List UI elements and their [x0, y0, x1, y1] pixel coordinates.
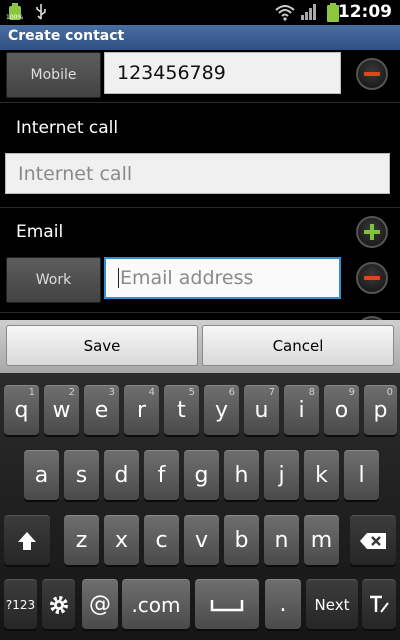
- key-hint: 9: [348, 387, 355, 398]
- key-label: t: [177, 398, 186, 423]
- key-u[interactable]: 7u: [244, 385, 279, 435]
- key-c[interactable]: c: [144, 515, 179, 565]
- space-icon: [210, 599, 244, 611]
- key-w[interactable]: 2w: [44, 385, 79, 435]
- status-clock: 12:09: [337, 2, 392, 22]
- key-label: u: [254, 398, 269, 423]
- text-input-mode-key[interactable]: [362, 579, 396, 629]
- backspace-key[interactable]: [350, 515, 396, 565]
- mobile-number-field[interactable]: 123456789: [104, 52, 341, 94]
- key-label: q: [14, 398, 29, 423]
- key-k[interactable]: k: [304, 450, 339, 500]
- key-x[interactable]: x: [104, 515, 139, 565]
- email-type-button[interactable]: Work: [6, 257, 101, 303]
- key-m[interactable]: m: [304, 515, 339, 565]
- next-key[interactable]: Next: [306, 579, 358, 629]
- usb-icon: [34, 3, 48, 25]
- key-j[interactable]: j: [264, 450, 299, 500]
- key-hint: 4: [148, 387, 155, 398]
- key-q[interactable]: 1q: [4, 385, 39, 435]
- shift-arrow-icon: [18, 531, 36, 550]
- key-b[interactable]: b: [224, 515, 259, 565]
- contact-form: Mobile 123456789 Internet call Internet …: [0, 50, 400, 320]
- action-bar: Save Cancel: [0, 320, 400, 373]
- key-g[interactable]: g: [184, 450, 219, 500]
- remove-mobile-button[interactable]: [356, 58, 388, 90]
- key-hint: 3: [108, 387, 115, 398]
- dotcom-key[interactable]: .com: [122, 579, 190, 629]
- at-key[interactable]: @: [82, 579, 118, 629]
- key-p[interactable]: 0p: [364, 385, 397, 435]
- key-label: i: [298, 398, 305, 423]
- key-label: p: [373, 398, 388, 423]
- settings-key[interactable]: [42, 579, 75, 629]
- mobile-type-button[interactable]: Mobile: [6, 52, 101, 98]
- key-label: e: [94, 398, 109, 423]
- divider: [0, 207, 400, 208]
- key-hint: 5: [188, 387, 195, 398]
- key-v[interactable]: v: [184, 515, 219, 565]
- wifi-icon: [274, 3, 296, 25]
- signal-strength-icon: [300, 3, 318, 25]
- on-screen-keyboard: 1q 2w 3e 4r 5t 6y 7u 8i 9o 0p a s d f g …: [0, 373, 400, 640]
- key-hint: 0: [386, 387, 393, 398]
- key-h[interactable]: h: [224, 450, 259, 500]
- battery-badge-text: 100%: [6, 14, 24, 21]
- symbols-key[interactable]: ?123: [4, 579, 37, 629]
- save-button[interactable]: Save: [6, 325, 198, 366]
- shift-key[interactable]: [4, 515, 50, 565]
- internet-call-section-label: Internet call: [16, 118, 119, 138]
- key-o[interactable]: 9o: [324, 385, 359, 435]
- key-hint: 6: [228, 387, 235, 398]
- key-hint: 1: [28, 387, 35, 398]
- key-label: r: [136, 398, 147, 423]
- status-bar: 100% 12:09: [0, 0, 400, 25]
- key-r[interactable]: 4r: [124, 385, 159, 435]
- internet-call-field[interactable]: Internet call: [5, 153, 390, 194]
- key-d[interactable]: d: [104, 450, 139, 500]
- key-hint: 7: [268, 387, 275, 398]
- key-y[interactable]: 6y: [204, 385, 239, 435]
- space-key[interactable]: [195, 579, 259, 629]
- page-title: Create contact: [8, 28, 125, 44]
- email-section-label: Email: [16, 222, 64, 242]
- cancel-button[interactable]: Cancel: [202, 325, 394, 366]
- key-i[interactable]: 8i: [284, 385, 319, 435]
- key-e[interactable]: 3e: [84, 385, 119, 435]
- text-tool-icon: [370, 595, 389, 613]
- key-label: y: [214, 398, 229, 423]
- divider: [0, 102, 400, 103]
- divider: [0, 312, 400, 313]
- key-n[interactable]: n: [264, 515, 299, 565]
- backspace-icon: [360, 532, 386, 549]
- add-email-button[interactable]: [356, 216, 388, 248]
- title-bar: Create contact: [0, 25, 400, 50]
- key-f[interactable]: f: [144, 450, 179, 500]
- key-hint: 2: [68, 387, 75, 398]
- key-a[interactable]: a: [24, 450, 59, 500]
- gear-icon: [49, 595, 68, 614]
- text-cursor: [118, 268, 119, 288]
- key-s[interactable]: s: [64, 450, 99, 500]
- key-t[interactable]: 5t: [164, 385, 199, 435]
- email-address-field[interactable]: Email address: [104, 257, 341, 299]
- key-z[interactable]: z: [64, 515, 99, 565]
- key-l[interactable]: l: [344, 450, 379, 500]
- key-hint: 8: [308, 387, 315, 398]
- remove-email-button[interactable]: [356, 262, 388, 294]
- key-label: w: [52, 398, 71, 423]
- period-key[interactable]: .: [265, 579, 301, 629]
- email-placeholder: Email address: [120, 267, 254, 289]
- key-label: o: [334, 398, 349, 423]
